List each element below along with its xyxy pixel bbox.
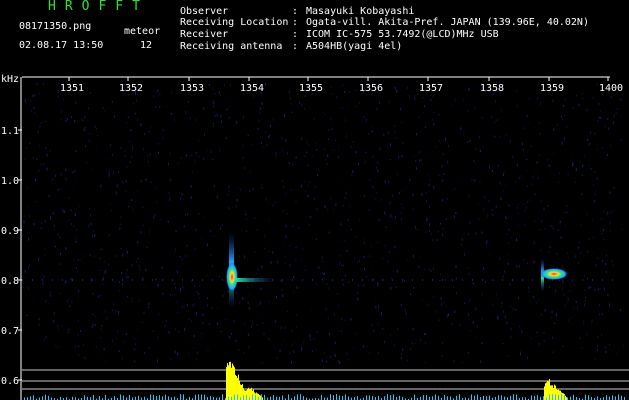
x-tick-label: 1351 xyxy=(60,83,84,94)
x-tick-label: 1359 xyxy=(540,83,564,94)
echo-1-core xyxy=(226,262,238,292)
x-tick-label: 1358 xyxy=(480,83,504,94)
x-tick-label: 1356 xyxy=(359,83,383,94)
x-tick-label: 1355 xyxy=(299,83,323,94)
x-tick-label: 1354 xyxy=(240,83,264,94)
echo-2-core xyxy=(540,268,568,280)
noise-field xyxy=(23,82,624,365)
y-tick-label: 1.1 xyxy=(1,126,19,137)
y-tick-label: 0.6 xyxy=(1,376,19,387)
x-tick-label: 1357 xyxy=(419,83,443,94)
y-tick-label: 0.9 xyxy=(1,226,19,237)
y-tick-label: 0.8 xyxy=(1,276,19,287)
spectrogram: 1351 1352 1353 1354 1355 1356 1357 1358 1359 1400… xyxy=(1,74,629,400)
x-tick-label: 1400 xyxy=(599,83,623,94)
y-unit-label: kHz xyxy=(1,74,19,85)
meteor-echo-2 xyxy=(540,258,568,292)
x-tick-label: 1353 xyxy=(180,83,204,94)
y-tick-label: 0.7 xyxy=(1,326,19,337)
power-panel xyxy=(22,361,629,400)
meteor-echo-1 xyxy=(226,232,276,308)
y-axis: kHz 1.1 1.0 0.9 0.8 0.7 0.6 xyxy=(1,74,22,400)
y-tick-label: 1.0 xyxy=(1,176,19,187)
x-axis: 1351 1352 1353 1354 1355 1356 1357 1358 1359 1400 xyxy=(22,76,623,94)
x-tick-label: 1352 xyxy=(119,83,143,94)
echo-1-tail xyxy=(236,278,276,282)
